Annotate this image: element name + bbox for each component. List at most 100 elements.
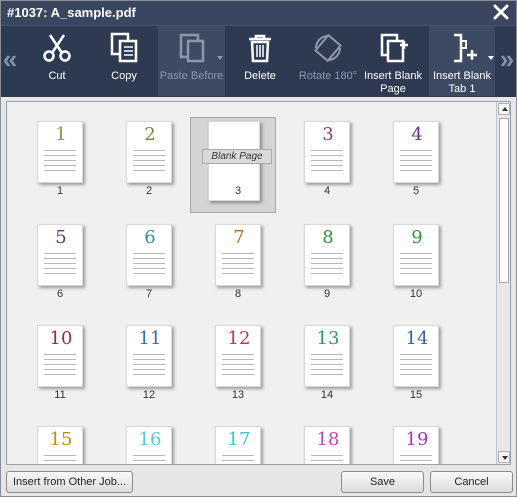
text-line xyxy=(133,165,165,166)
page-preview: 11 xyxy=(126,325,172,387)
text-line xyxy=(311,253,343,254)
cut-button[interactable]: Cut xyxy=(33,26,81,96)
page-preview: 3 xyxy=(304,121,350,183)
paste-before-button[interactable]: Paste Before xyxy=(158,26,225,96)
page-thumbnail[interactable]: 9 10 xyxy=(368,220,458,315)
scrollbar-thumb[interactable] xyxy=(499,118,509,283)
page-position-label: 3 xyxy=(234,185,242,197)
close-icon[interactable] xyxy=(492,3,510,21)
page-thumbnail[interactable]: 11 xyxy=(12,117,102,212)
page-number-art: 3 xyxy=(322,124,334,145)
page-thumbnail[interactable]: 89 xyxy=(279,220,369,315)
text-line xyxy=(133,374,165,375)
insert-blank-page-line1: Insert Blank xyxy=(363,70,423,82)
page-number-art: 4 xyxy=(411,124,423,145)
text-line xyxy=(400,364,432,365)
text-line xyxy=(311,268,343,269)
rotate-label: Rotate 180° xyxy=(298,70,358,82)
text-line xyxy=(44,170,76,171)
copy-label: Copy xyxy=(111,70,137,82)
save-button[interactable]: Save xyxy=(341,471,424,493)
insert-blank-page-line2: Page xyxy=(380,83,406,95)
vertical-scrollbar[interactable] xyxy=(496,102,510,464)
text-line xyxy=(400,160,432,161)
scroll-up-button[interactable] xyxy=(498,103,510,115)
page-thumbnail[interactable]: 19 xyxy=(368,422,458,464)
scissors-icon xyxy=(43,34,71,62)
scroll-right-icon[interactable]: » xyxy=(499,44,515,74)
page-thumbnail[interactable]: 11 12 xyxy=(101,321,191,416)
text-line xyxy=(311,369,343,370)
page-thumbnail[interactable]: 16 xyxy=(101,422,191,464)
page-thumbnail[interactable]: 17 xyxy=(190,422,280,464)
text-line xyxy=(133,160,165,161)
page-preview: 13 xyxy=(304,325,350,387)
text-line xyxy=(44,364,76,365)
page-position-label: 2 xyxy=(145,185,153,197)
page-position-label: 15 xyxy=(409,389,423,401)
page-thumbnail[interactable]: 14 15 xyxy=(368,321,458,416)
text-line xyxy=(400,354,432,355)
page-position-label: 6 xyxy=(56,288,64,300)
text-line xyxy=(222,359,254,360)
text-line xyxy=(400,369,432,370)
page-number-art: 8 xyxy=(322,227,334,248)
scroll-down-button[interactable] xyxy=(498,451,510,463)
text-line xyxy=(133,170,165,171)
text-line xyxy=(222,354,254,355)
page-position-label: 4 xyxy=(323,185,331,197)
page-preview: 5 xyxy=(37,224,83,286)
text-line xyxy=(400,268,432,269)
insert-tab-icon xyxy=(454,33,477,63)
insert-page-icon xyxy=(380,33,408,63)
page-thumbnail[interactable]: 10 11 xyxy=(12,321,102,416)
page-thumbnail[interactable]: 67 xyxy=(101,220,191,315)
insert-blank-tab-button[interactable]: Insert Blank Tab 1 xyxy=(429,26,495,96)
text-line xyxy=(311,354,343,355)
text-line xyxy=(400,460,432,461)
scroll-left-icon[interactable]: « xyxy=(2,44,18,74)
text-line xyxy=(44,354,76,355)
text-line xyxy=(222,460,254,461)
insert-blank-page-button[interactable]: Insert Blank Page xyxy=(362,26,424,96)
page-preview: 9 xyxy=(393,224,439,286)
text-line xyxy=(44,455,76,456)
text-line xyxy=(400,170,432,171)
page-thumbnail[interactable]: 78 xyxy=(190,220,280,315)
page-thumbnail[interactable]: 13 14 xyxy=(279,321,369,416)
page-thumbnail[interactable]: 45 xyxy=(368,117,458,212)
text-line xyxy=(222,374,254,375)
text-line xyxy=(311,170,343,171)
page-preview: 2 xyxy=(126,121,172,183)
page-number-art: 14 xyxy=(405,328,429,349)
text-line xyxy=(44,253,76,254)
page-thumbnail[interactable]: Blank Page 3 xyxy=(190,117,280,213)
text-line xyxy=(133,460,165,461)
text-line xyxy=(133,359,165,360)
page-number-art: 16 xyxy=(138,429,162,450)
text-line xyxy=(222,253,254,254)
page-thumbnail[interactable]: 56 xyxy=(12,220,102,315)
text-line xyxy=(44,374,76,375)
cancel-button[interactable]: Cancel xyxy=(430,471,513,493)
text-line xyxy=(222,268,254,269)
page-number-art: 19 xyxy=(405,429,429,450)
page-thumbnail[interactable]: 18 xyxy=(279,422,369,464)
text-line xyxy=(222,369,254,370)
page-thumbnail[interactable]: 15 xyxy=(12,422,102,464)
title-bar: #1037: A_sample.pdf xyxy=(1,1,516,25)
page-thumbnail[interactable]: 34 xyxy=(279,117,369,212)
delete-button[interactable]: Delete xyxy=(236,26,284,96)
page-thumbnail[interactable]: 12 13 xyxy=(190,321,280,416)
rotate-button[interactable]: Rotate 180° xyxy=(295,26,361,96)
text-line xyxy=(44,263,76,264)
copy-button[interactable]: Copy xyxy=(99,26,149,96)
text-line xyxy=(311,364,343,365)
insert-from-other-job-button[interactable]: Insert from Other Job... xyxy=(6,471,133,493)
text-line xyxy=(44,258,76,259)
delete-label: Delete xyxy=(244,70,276,82)
paste-dropdown-icon xyxy=(217,56,223,60)
blank-page-label: Blank Page xyxy=(202,149,272,164)
page-thumbnail[interactable]: 22 xyxy=(101,117,191,212)
text-line xyxy=(400,150,432,151)
